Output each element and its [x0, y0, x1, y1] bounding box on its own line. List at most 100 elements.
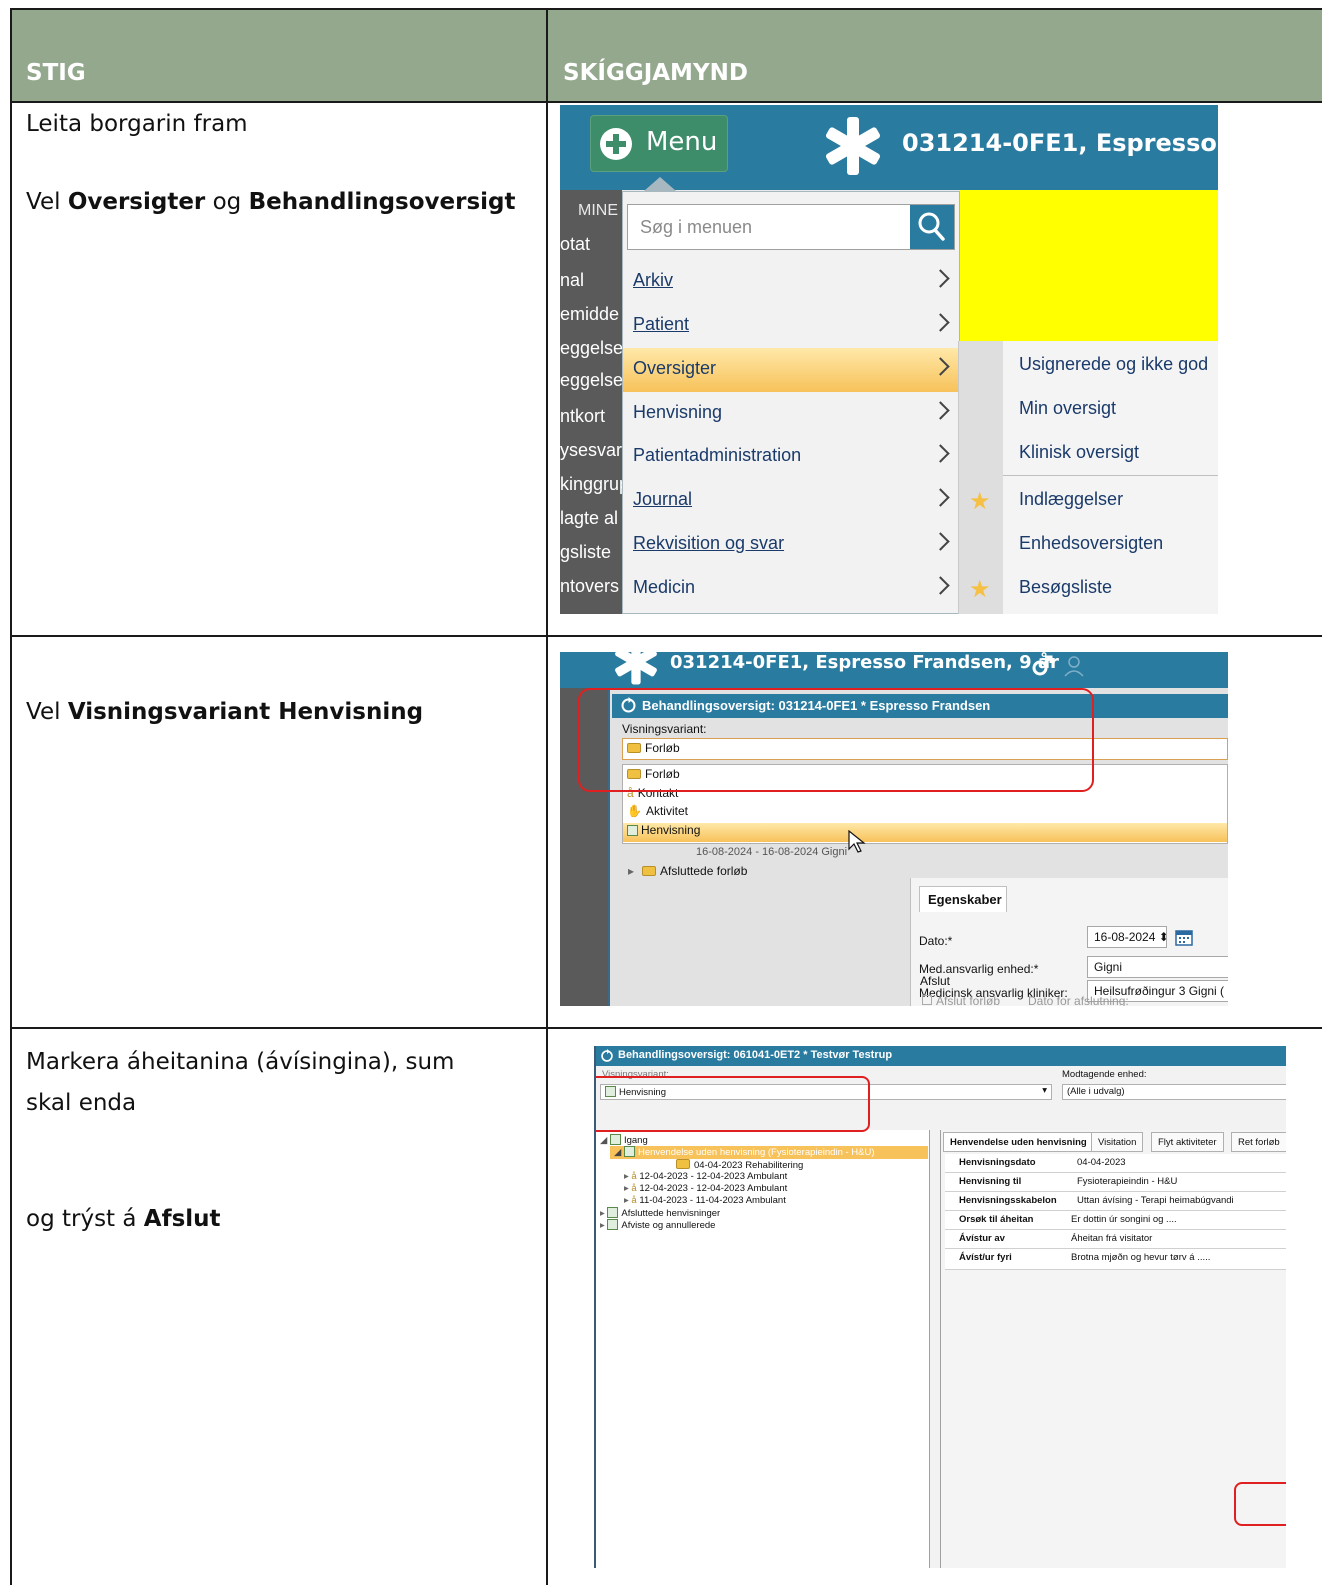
menu-item-medicin[interactable]: Medicin — [623, 567, 959, 611]
chevron-right-icon — [931, 269, 950, 288]
menu-item-journal[interactable]: Journal — [623, 479, 959, 523]
patient-header: 031214-0FE1, Espresso Fr — [902, 129, 1218, 157]
detail-row: Henvisningsdato 04-04-2023 — [945, 1154, 1286, 1173]
referral-icon — [609, 1134, 621, 1145]
submenu-item-enhedsoversigten[interactable]: Enhedsoversigten — [959, 522, 1218, 566]
header-skiggjamynd: SKÍGGJAMYND — [563, 60, 748, 86]
tab-visitation[interactable]: Visitation — [1091, 1132, 1144, 1152]
enhed-field[interactable]: Gigni — [1087, 956, 1228, 978]
option-aktivitet[interactable]: ✋ Aktivitet — [627, 804, 1227, 823]
chevron-right-icon — [931, 576, 950, 595]
table-border-row2 — [10, 1027, 1322, 1029]
header-cell-skiggjamynd — [548, 9, 1322, 102]
star-of-life-icon — [825, 117, 881, 175]
detail-row: Henvisning til Fysioterapieindin - H&U — [945, 1173, 1286, 1192]
tree-row-dates[interactable]: 16-08-2024 - 16-08-2024 Gigni — [696, 846, 847, 858]
chevron-right-icon — [931, 357, 950, 376]
submenu-item-min-oversigt[interactable]: Min oversigt — [959, 387, 1218, 431]
person-outline-icon — [1064, 656, 1084, 677]
menu-search-input[interactable]: Søg i menuen — [627, 204, 955, 250]
submenu-item-besogsliste[interactable]: ★ Besøgsliste — [959, 566, 1218, 610]
menu-item-oversigter[interactable]: Oversigter — [623, 348, 959, 392]
menu-button[interactable]: Menu — [590, 115, 728, 172]
submenu-separator — [1003, 475, 1218, 476]
submenu-item-klinisk-oversigt[interactable]: Klinisk oversigt — [959, 431, 1218, 475]
tree-rehabilitering[interactable]: 04-04-2023 Rehabilitering — [676, 1159, 803, 1171]
submenu-oversigter: Usignerede og ikke god Min oversigt Klin… — [958, 341, 1218, 614]
chevron-right-icon — [931, 313, 950, 332]
tree-ambulant-3[interactable]: ▸ å 11-04-2023 - 11-04-2023 Ambulant — [624, 1195, 786, 1206]
table-border-row1 — [10, 635, 1322, 637]
chevron-down-icon[interactable]: ▾ — [1042, 1085, 1047, 1096]
submenu-item-usignerede[interactable]: Usignerede og ikke god — [959, 343, 1218, 387]
table-border-middle — [546, 8, 548, 1585]
step1-line2: Vel Oversigter og Behandlingsoversigt — [26, 189, 516, 215]
step3-line2: skal enda — [26, 1090, 137, 1116]
referral-icon — [623, 1146, 635, 1157]
header-stig: STIG — [26, 60, 86, 86]
star-icon[interactable]: ★ — [969, 487, 991, 516]
plus-circle-icon — [600, 128, 632, 160]
chevron-right-icon — [931, 532, 950, 551]
tree-ambulant-2[interactable]: ▸ å 12-04-2023 - 12-04-2023 Ambulant — [624, 1183, 787, 1194]
tree-afsluttede-forlob[interactable]: ▸ Afsluttede forløb — [628, 864, 747, 878]
detail-row: Ávístur av Áheitan frá visitator — [945, 1230, 1286, 1249]
detail-row: Orsøk til áheitan Er dottin úr songini og… — [945, 1211, 1286, 1230]
properties-panel: Egenskaber Dato:* 16-08-2024 ⬍ Med.ansva… — [910, 878, 1228, 1006]
dato-field[interactable]: 16-08-2024 ⬍ — [1087, 926, 1167, 948]
table-border-top — [10, 8, 1322, 10]
modtagende-enhed-field[interactable]: (Alle i udvalg) — [1062, 1084, 1286, 1100]
afslut-group-label: Afslut — [920, 974, 951, 988]
referral-icon — [607, 1219, 619, 1230]
detail-row: Ávíst/ur fyri Brotna mjøðn og hevur tørv … — [945, 1249, 1286, 1270]
annotation-highlight-afslut — [1234, 1482, 1286, 1526]
menu-item-rekvisition[interactable]: Rekvisition og svar — [623, 523, 959, 567]
mouse-cursor-icon — [848, 830, 866, 853]
tab-ret-forlob[interactable]: Ret forløb — [1231, 1132, 1286, 1152]
male-icon — [1032, 655, 1053, 676]
app-top-bar: 031214-0FE1, Espresso Frandsen, 9 år — [560, 652, 1228, 688]
main-menu-panel: Søg i menuen Arkiv Patient Oversigter He… — [622, 191, 960, 614]
referral-tree: ◢ Igang ◢ Henvendelse uden henvisning (F… — [596, 1130, 930, 1568]
search-icon[interactable] — [910, 205, 954, 249]
left-nav-strip: MINE otat nal emidde eggelse eggelse ntk… — [560, 190, 629, 614]
menu-item-arkiv[interactable]: Arkiv — [623, 260, 959, 304]
option-henvisning[interactable]: Henvisning — [623, 823, 1227, 842]
chevron-right-icon — [931, 444, 950, 463]
screenshot-henvisning: Behandlingsoversigt: 061041-0ET2 * Testv… — [594, 1046, 1286, 1568]
annotation-highlight — [578, 688, 1094, 792]
tab-egenskaber[interactable]: Egenskaber — [919, 886, 1007, 912]
afslut-forlob-checkbox[interactable]: Afslut forløb — [922, 994, 1000, 1006]
menu-item-patient[interactable]: Patient — [623, 304, 959, 348]
instruction-document: STIG SKÍGGJAMYND Leita borgarin fram Vel… — [0, 0, 1336, 1585]
step2-line1: Vel Visningsvariant Henvisning — [26, 699, 424, 725]
referral-icon — [627, 825, 638, 836]
refresh-icon[interactable] — [600, 1049, 614, 1063]
chevron-right-icon — [931, 488, 950, 507]
step1-line1: Leita borgarin fram — [26, 111, 248, 137]
step3-line1: Markera áheitanina (ávísingina), sum — [26, 1049, 455, 1075]
table-border-header — [10, 101, 1322, 103]
star-of-life-icon — [615, 652, 657, 685]
header-cell-stig — [11, 9, 546, 102]
referral-icon — [607, 1207, 619, 1218]
tab-henvendelse[interactable]: Henvendelse uden henvisning — [943, 1132, 1094, 1152]
calendar-icon[interactable] — [1175, 928, 1193, 946]
submenu-item-indlaeggelser[interactable]: ★ Indlæggelser — [959, 478, 1218, 522]
tab-flyt-aktiviteter[interactable]: Flyt aktiviteter — [1151, 1132, 1224, 1152]
patient-header: 031214-0FE1, Espresso Frandsen, 9 år — [670, 652, 1059, 673]
tree-ambulant-1[interactable]: ▸ å 12-04-2023 - 12-04-2023 Ambulant — [624, 1171, 787, 1182]
menu-caret — [644, 177, 676, 191]
star-icon[interactable]: ★ — [969, 575, 991, 604]
annotation-highlight-variant — [596, 1076, 870, 1132]
menu-item-patientadministration[interactable]: Patientadministration — [623, 435, 959, 479]
tree-afviste[interactable]: ▸ Afviste og annullerede — [600, 1219, 715, 1231]
tree-afsluttede-henvisninger[interactable]: ▸ Afsluttede henvisninger — [600, 1207, 720, 1219]
menu-item-henvisning[interactable]: Henvisning — [623, 392, 959, 436]
step3-line3: og trýst á Afslut — [26, 1206, 221, 1232]
screenshot-visningsvariant: 031214-0FE1, Espresso Frandsen, 9 år Beh… — [560, 652, 1228, 1006]
chevron-right-icon — [931, 401, 950, 420]
folder-icon — [676, 1159, 690, 1169]
tree-igang[interactable]: ◢ Igang — [600, 1134, 648, 1146]
table-border-left — [10, 8, 12, 1585]
